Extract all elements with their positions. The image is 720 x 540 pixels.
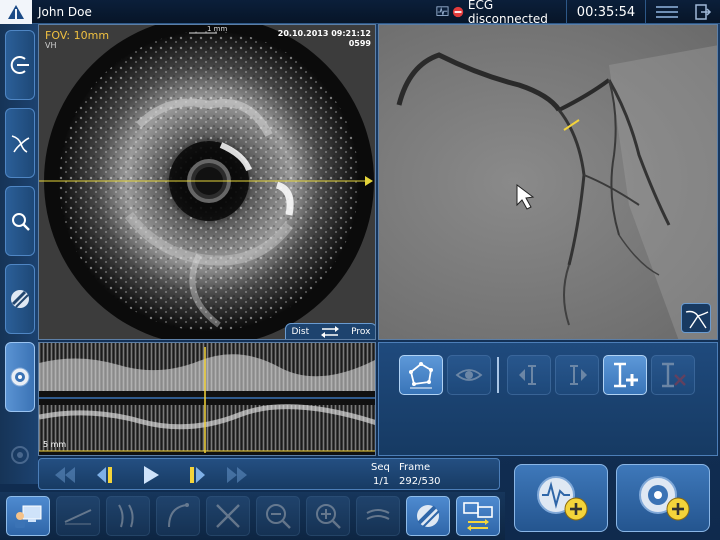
catheter-icon <box>10 56 29 74</box>
step-back-button[interactable] <box>91 463 123 487</box>
zoom-in-icon <box>316 504 341 529</box>
angio-tool-button[interactable] <box>5 108 35 178</box>
vh-mode-label: VH <box>45 41 57 50</box>
vh-analysis-button[interactable] <box>406 496 450 536</box>
dist-prox-toggle[interactable]: Dist Prox <box>285 323 375 339</box>
pullback-tool-button[interactable] <box>5 30 35 100</box>
plaque-icon <box>11 290 29 308</box>
play-button[interactable] <box>135 463 167 487</box>
delete-marker-icon <box>662 362 686 388</box>
ruler-icon <box>64 509 92 525</box>
measure-tool-button[interactable] <box>5 186 35 256</box>
prox-label: Prox <box>351 327 371 337</box>
ivus-cross-section-icon <box>10 367 30 387</box>
disabled-tool-button <box>5 420 35 490</box>
ivus-image <box>39 25 374 339</box>
ecg-status-text: ECG disconnected <box>467 0 548 26</box>
ivus-datetime: 20.10.2013 09:21:12 <box>277 29 371 38</box>
playback-bar: Seq Frame 1/1 292/530 <box>38 458 500 490</box>
ecg-monitor-icon <box>436 6 449 17</box>
skip-forward-icon <box>227 467 247 483</box>
left-toolbar <box>0 24 38 484</box>
contour-tool-button[interactable] <box>399 355 443 395</box>
vessel-select-button[interactable] <box>106 496 150 536</box>
logo <box>0 0 32 24</box>
frame-label: Frame <box>399 462 431 473</box>
magnifier-icon <box>12 213 30 231</box>
vh-tool-button[interactable] <box>5 264 35 334</box>
ivus-cross-section-view[interactable]: FOV: 10mm VH 1 mm 20.10.2013 09:21:12 05… <box>38 24 376 340</box>
length-tool-button[interactable] <box>56 496 100 536</box>
marker-right-icon <box>570 365 587 385</box>
vessel-segment-icon <box>118 504 134 528</box>
angiography-view[interactable] <box>378 24 718 340</box>
longitudinal-image <box>39 343 375 453</box>
skip-back-icon <box>55 467 75 483</box>
ecg-status: ECG disconnected <box>436 0 562 26</box>
add-pullback-icon <box>537 476 588 521</box>
stent-icon <box>366 509 390 520</box>
add-marker-button[interactable] <box>603 355 647 395</box>
cross-tool-button[interactable] <box>206 496 250 536</box>
frame-value: 292/530 <box>399 476 441 487</box>
ivus-frame-id: 0599 <box>348 39 371 48</box>
add-ivus-button[interactable] <box>616 464 710 532</box>
display-switch-button[interactable] <box>456 496 500 536</box>
session-timer: 00:35:54 <box>566 0 646 24</box>
longview-scale-label: 5 mm <box>43 440 67 449</box>
seq-value: 1/1 <box>373 476 390 487</box>
zoom-out-icon <box>266 504 291 529</box>
step-back-icon <box>97 467 112 483</box>
bottom-toolbar <box>0 492 505 540</box>
contour-icon <box>409 362 433 389</box>
first-frame-button[interactable] <box>49 463 81 487</box>
vessel-tree-icon <box>11 135 30 153</box>
curve-tool-button[interactable] <box>156 496 200 536</box>
display-swap-icon <box>463 502 493 531</box>
play-icon <box>144 466 159 484</box>
zoom-out-button[interactable] <box>256 496 300 536</box>
title-bar: John Doe ECG disconnected 00:35:54 <box>0 0 720 26</box>
cross-icon <box>216 504 240 528</box>
disconnected-icon <box>452 6 464 18</box>
delete-marker-button[interactable] <box>651 355 695 395</box>
angio-image <box>396 45 717 339</box>
marker-left-icon <box>519 365 536 385</box>
swap-arrows-icon <box>321 326 340 338</box>
exit-icon[interactable] <box>694 3 712 21</box>
ivus-scale-label: 1 mm <box>207 25 228 33</box>
step-forward-button[interactable] <box>179 463 211 487</box>
add-marker-icon <box>614 362 638 388</box>
add-ivus-icon <box>639 476 690 521</box>
longitudinal-view[interactable]: 5 mm <box>38 342 376 456</box>
angio-vessel-thumbnail[interactable] <box>681 303 711 333</box>
prev-marker-button[interactable] <box>507 355 551 395</box>
plaque-icon <box>417 505 440 528</box>
stent-tool-button[interactable] <box>356 496 400 536</box>
patient-review-button[interactable] <box>6 496 50 536</box>
curve-icon <box>168 503 189 528</box>
eye-icon <box>455 369 483 381</box>
patient-name: John Doe <box>38 4 92 19</box>
zoom-in-button[interactable] <box>306 496 350 536</box>
dist-label: Dist <box>291 327 310 337</box>
workstation-icon <box>15 505 42 528</box>
view-tool-button[interactable] <box>447 355 491 395</box>
gear-icon <box>11 446 29 464</box>
add-pullback-button[interactable] <box>514 464 608 532</box>
seq-label: Seq <box>371 462 390 473</box>
vessel-tree-icon <box>685 310 709 329</box>
menu-icon[interactable] <box>656 5 678 19</box>
angio-toolbar <box>378 342 718 456</box>
next-marker-button[interactable] <box>555 355 599 395</box>
ivus-view-tool-button[interactable] <box>5 342 35 412</box>
last-frame-button[interactable] <box>221 463 253 487</box>
app-window: John Doe ECG disconnected 00:35:54 FOV: … <box>0 0 720 540</box>
logo-icon <box>8 4 24 19</box>
step-forward-icon <box>190 467 205 483</box>
toolbar-separator <box>497 357 499 393</box>
